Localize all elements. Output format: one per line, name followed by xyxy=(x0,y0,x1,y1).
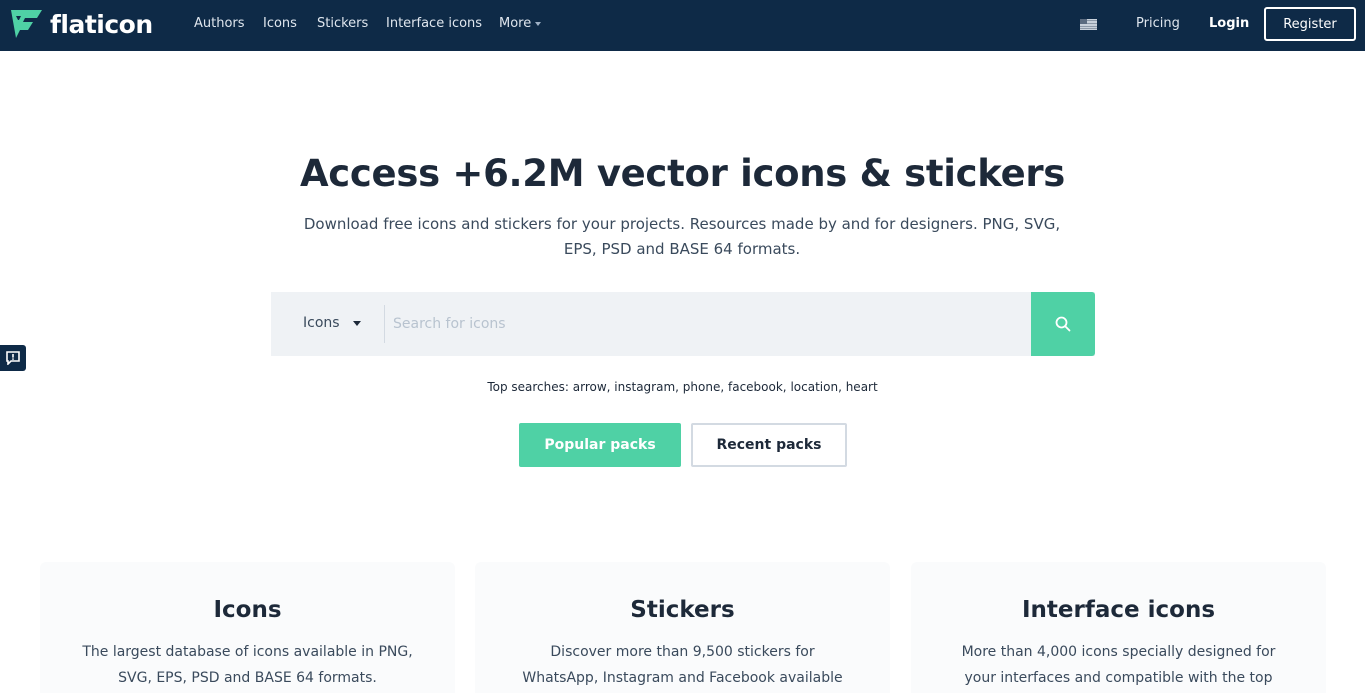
popular-packs-button[interactable]: Popular packs xyxy=(519,423,681,467)
card-stickers[interactable]: Stickers Discover more than 9,500 sticke… xyxy=(475,562,890,693)
top-search-location[interactable]: location xyxy=(790,380,838,394)
nav-icons[interactable]: Icons xyxy=(263,16,297,31)
chevron-down-icon xyxy=(352,320,361,326)
card-interface-icons[interactable]: Interface icons More than 4,000 icons sp… xyxy=(911,562,1326,693)
top-search-arrow[interactable]: arrow xyxy=(573,380,607,394)
nav-interface-icons[interactable]: Interface icons xyxy=(386,16,482,31)
nav-more-dropdown[interactable]: More xyxy=(499,16,542,31)
feedback-button[interactable] xyxy=(0,345,26,371)
card-title: Stickers xyxy=(630,597,735,623)
feedback-icon xyxy=(6,351,20,365)
nav-stickers[interactable]: Stickers xyxy=(317,16,368,31)
top-searches: Top searches: arrow, instagram, phone, f… xyxy=(487,380,878,394)
card-title: Icons xyxy=(213,597,282,623)
search-icon xyxy=(1055,316,1071,332)
top-search-phone[interactable]: phone xyxy=(683,380,721,394)
card-title: Interface icons xyxy=(1021,597,1216,623)
hero-subtitle: Download free icons and stickers for you… xyxy=(303,215,1061,258)
top-search-heart[interactable]: heart xyxy=(846,380,878,394)
top-search-facebook[interactable]: facebook xyxy=(728,380,783,394)
flaticon-logo-icon xyxy=(11,10,42,38)
logo-wordmark: flaticon xyxy=(50,9,153,39)
top-searches-label: Top searches: xyxy=(487,380,569,394)
nav-authors[interactable]: Authors xyxy=(194,16,245,31)
top-search-instagram[interactable]: instagram xyxy=(614,380,675,394)
card-icons[interactable]: Icons The largest database of icons avai… xyxy=(40,562,455,693)
search-divider xyxy=(384,305,385,343)
search-input[interactable] xyxy=(393,308,1023,340)
register-button[interactable]: Register xyxy=(1264,7,1356,41)
chevron-down-icon xyxy=(535,21,542,26)
search-button[interactable] xyxy=(1031,292,1095,356)
nav-pricing[interactable]: Pricing xyxy=(1136,16,1180,31)
search-type-label: Icons xyxy=(303,315,340,331)
top-navbar: flaticon Authors Icons Stickers Interfac… xyxy=(0,0,1365,51)
nav-more-label: More xyxy=(499,16,532,31)
search-bar: Icons xyxy=(271,292,1095,356)
search-type-select[interactable]: Icons xyxy=(303,315,361,331)
card-description: The largest database of icons available … xyxy=(82,644,413,686)
flaticon-logo[interactable]: flaticon xyxy=(9,8,153,40)
recent-packs-button[interactable]: Recent packs xyxy=(691,423,847,467)
card-description: More than 4,000 icons specially designed… xyxy=(961,644,1276,686)
login-link[interactable]: Login xyxy=(1209,16,1249,31)
card-description: Discover more than 9,500 stickers for Wh… xyxy=(522,644,843,686)
us-flag-icon[interactable] xyxy=(1080,19,1097,30)
hero-title: Access +6.2M vector icons & stickers xyxy=(299,152,1066,195)
